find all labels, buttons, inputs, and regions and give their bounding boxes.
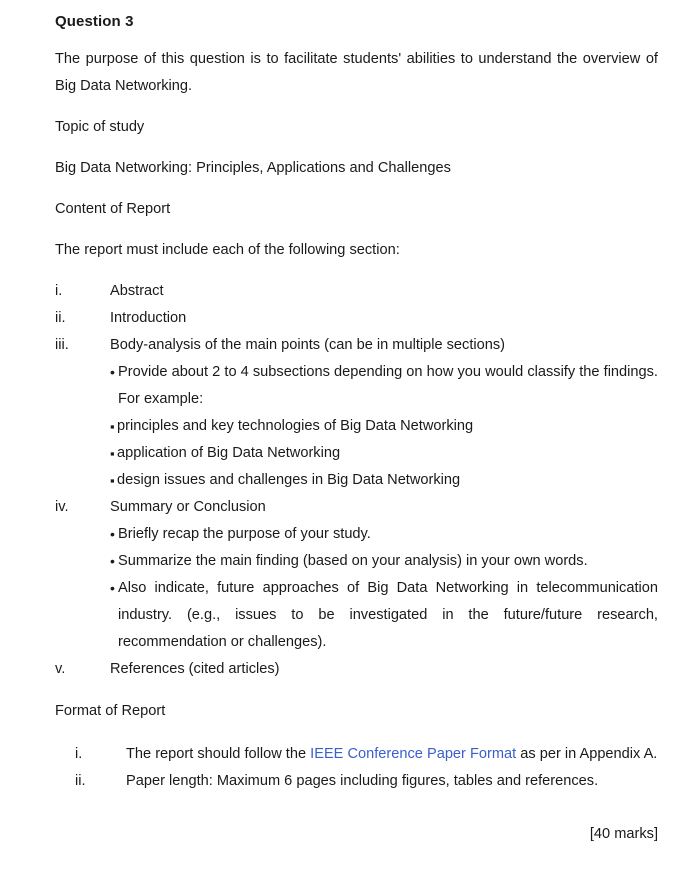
- bullet-marker: •: [110, 580, 115, 596]
- bullet-marker: ▪: [110, 419, 115, 434]
- intro-paragraph: The purpose of this question is to facil…: [55, 51, 658, 94]
- list-marker: i.: [75, 746, 83, 762]
- list-item-label: Body-analysis of the main points (can be…: [110, 337, 506, 353]
- sub-bullet-label: principles and key technologies of Big D…: [117, 418, 474, 434]
- list-item: v. References (cited articles): [55, 656, 658, 683]
- sub-bullet-item: ▪ application of Big Data Networking: [55, 440, 658, 467]
- marks-label: [40 marks]: [589, 826, 658, 842]
- bullet-marker: ▪: [110, 446, 115, 461]
- sub-bullet-item: • Briefly recap the purpose of your stud…: [55, 521, 658, 548]
- format-label: Format of Report: [55, 703, 166, 719]
- content-label: Content of Report: [55, 201, 171, 217]
- sub-bullet-item: • Provide about 2 to 4 subsections depen…: [55, 359, 658, 413]
- list-item: iii. Body-analysis of the main points (c…: [55, 332, 658, 359]
- format-text-after: as per in Appendix A.: [516, 746, 658, 762]
- sub-bullet-item: ▪ principles and key technologies of Big…: [55, 413, 658, 440]
- list-item-label: Introduction: [110, 310, 187, 326]
- bullet-marker: •: [110, 364, 115, 380]
- list-marker: iv.: [55, 499, 69, 515]
- content-section-list: i. Abstract ii. Introduction iii. Body-a…: [55, 278, 658, 683]
- list-item: iv. Summary or Conclusion: [55, 494, 658, 521]
- sub-bullet-label: design issues and challenges in Big Data…: [117, 472, 461, 488]
- bullet-marker: •: [110, 553, 115, 569]
- page-title: Question 3: [55, 13, 134, 30]
- sub-bullet-label: Provide about 2 to 4 subsections dependi…: [118, 364, 658, 407]
- list-marker: i.: [55, 283, 63, 299]
- list-item-label: Summary or Conclusion: [110, 499, 266, 515]
- sub-bullet-item: • Also indicate, future approaches of Bi…: [55, 575, 658, 656]
- topic-label: Topic of study: [55, 119, 145, 135]
- sub-bullet-label: Briefly recap the purpose of your study.: [118, 526, 371, 542]
- list-marker: ii.: [75, 773, 86, 789]
- list-item-label: Abstract: [110, 283, 164, 299]
- document-page: Question 3 The purpose of this question …: [0, 0, 686, 885]
- content-intro: The report must include each of the foll…: [55, 242, 400, 258]
- sub-bullet-item: ▪ design issues and challenges in Big Da…: [55, 467, 658, 494]
- ieee-format-link[interactable]: IEEE Conference Paper Format: [310, 746, 516, 762]
- format-text-before: The report should follow the: [126, 746, 311, 762]
- list-item-label: References (cited articles): [110, 661, 280, 677]
- bullet-marker: •: [110, 526, 115, 542]
- list-item: i. The report should follow the IEEE Con…: [75, 741, 658, 768]
- list-marker: iii.: [55, 337, 69, 353]
- sub-bullet-label: application of Big Data Networking: [117, 445, 341, 461]
- list-marker: v.: [55, 661, 66, 677]
- list-marker: ii.: [55, 310, 66, 326]
- list-item: ii. Paper length: Maximum 6 pages includ…: [75, 768, 658, 795]
- list-item: ii. Introduction: [55, 305, 658, 332]
- sub-bullet-item: • Summarize the main finding (based on y…: [55, 548, 658, 575]
- sub-bullet-label: Also indicate, future approaches of Big …: [118, 580, 658, 650]
- list-item: i. Abstract: [55, 278, 658, 305]
- format-requirement-list: i. The report should follow the IEEE Con…: [55, 741, 658, 795]
- bullet-marker: ▪: [110, 473, 115, 488]
- document-content: Question 3 The purpose of this question …: [55, 0, 658, 848]
- sub-bullet-label: Summarize the main finding (based on you…: [118, 553, 588, 569]
- format-text-before: Paper length: Maximum 6 pages including …: [126, 773, 599, 789]
- topic-value: Big Data Networking: Principles, Applica…: [55, 160, 451, 176]
